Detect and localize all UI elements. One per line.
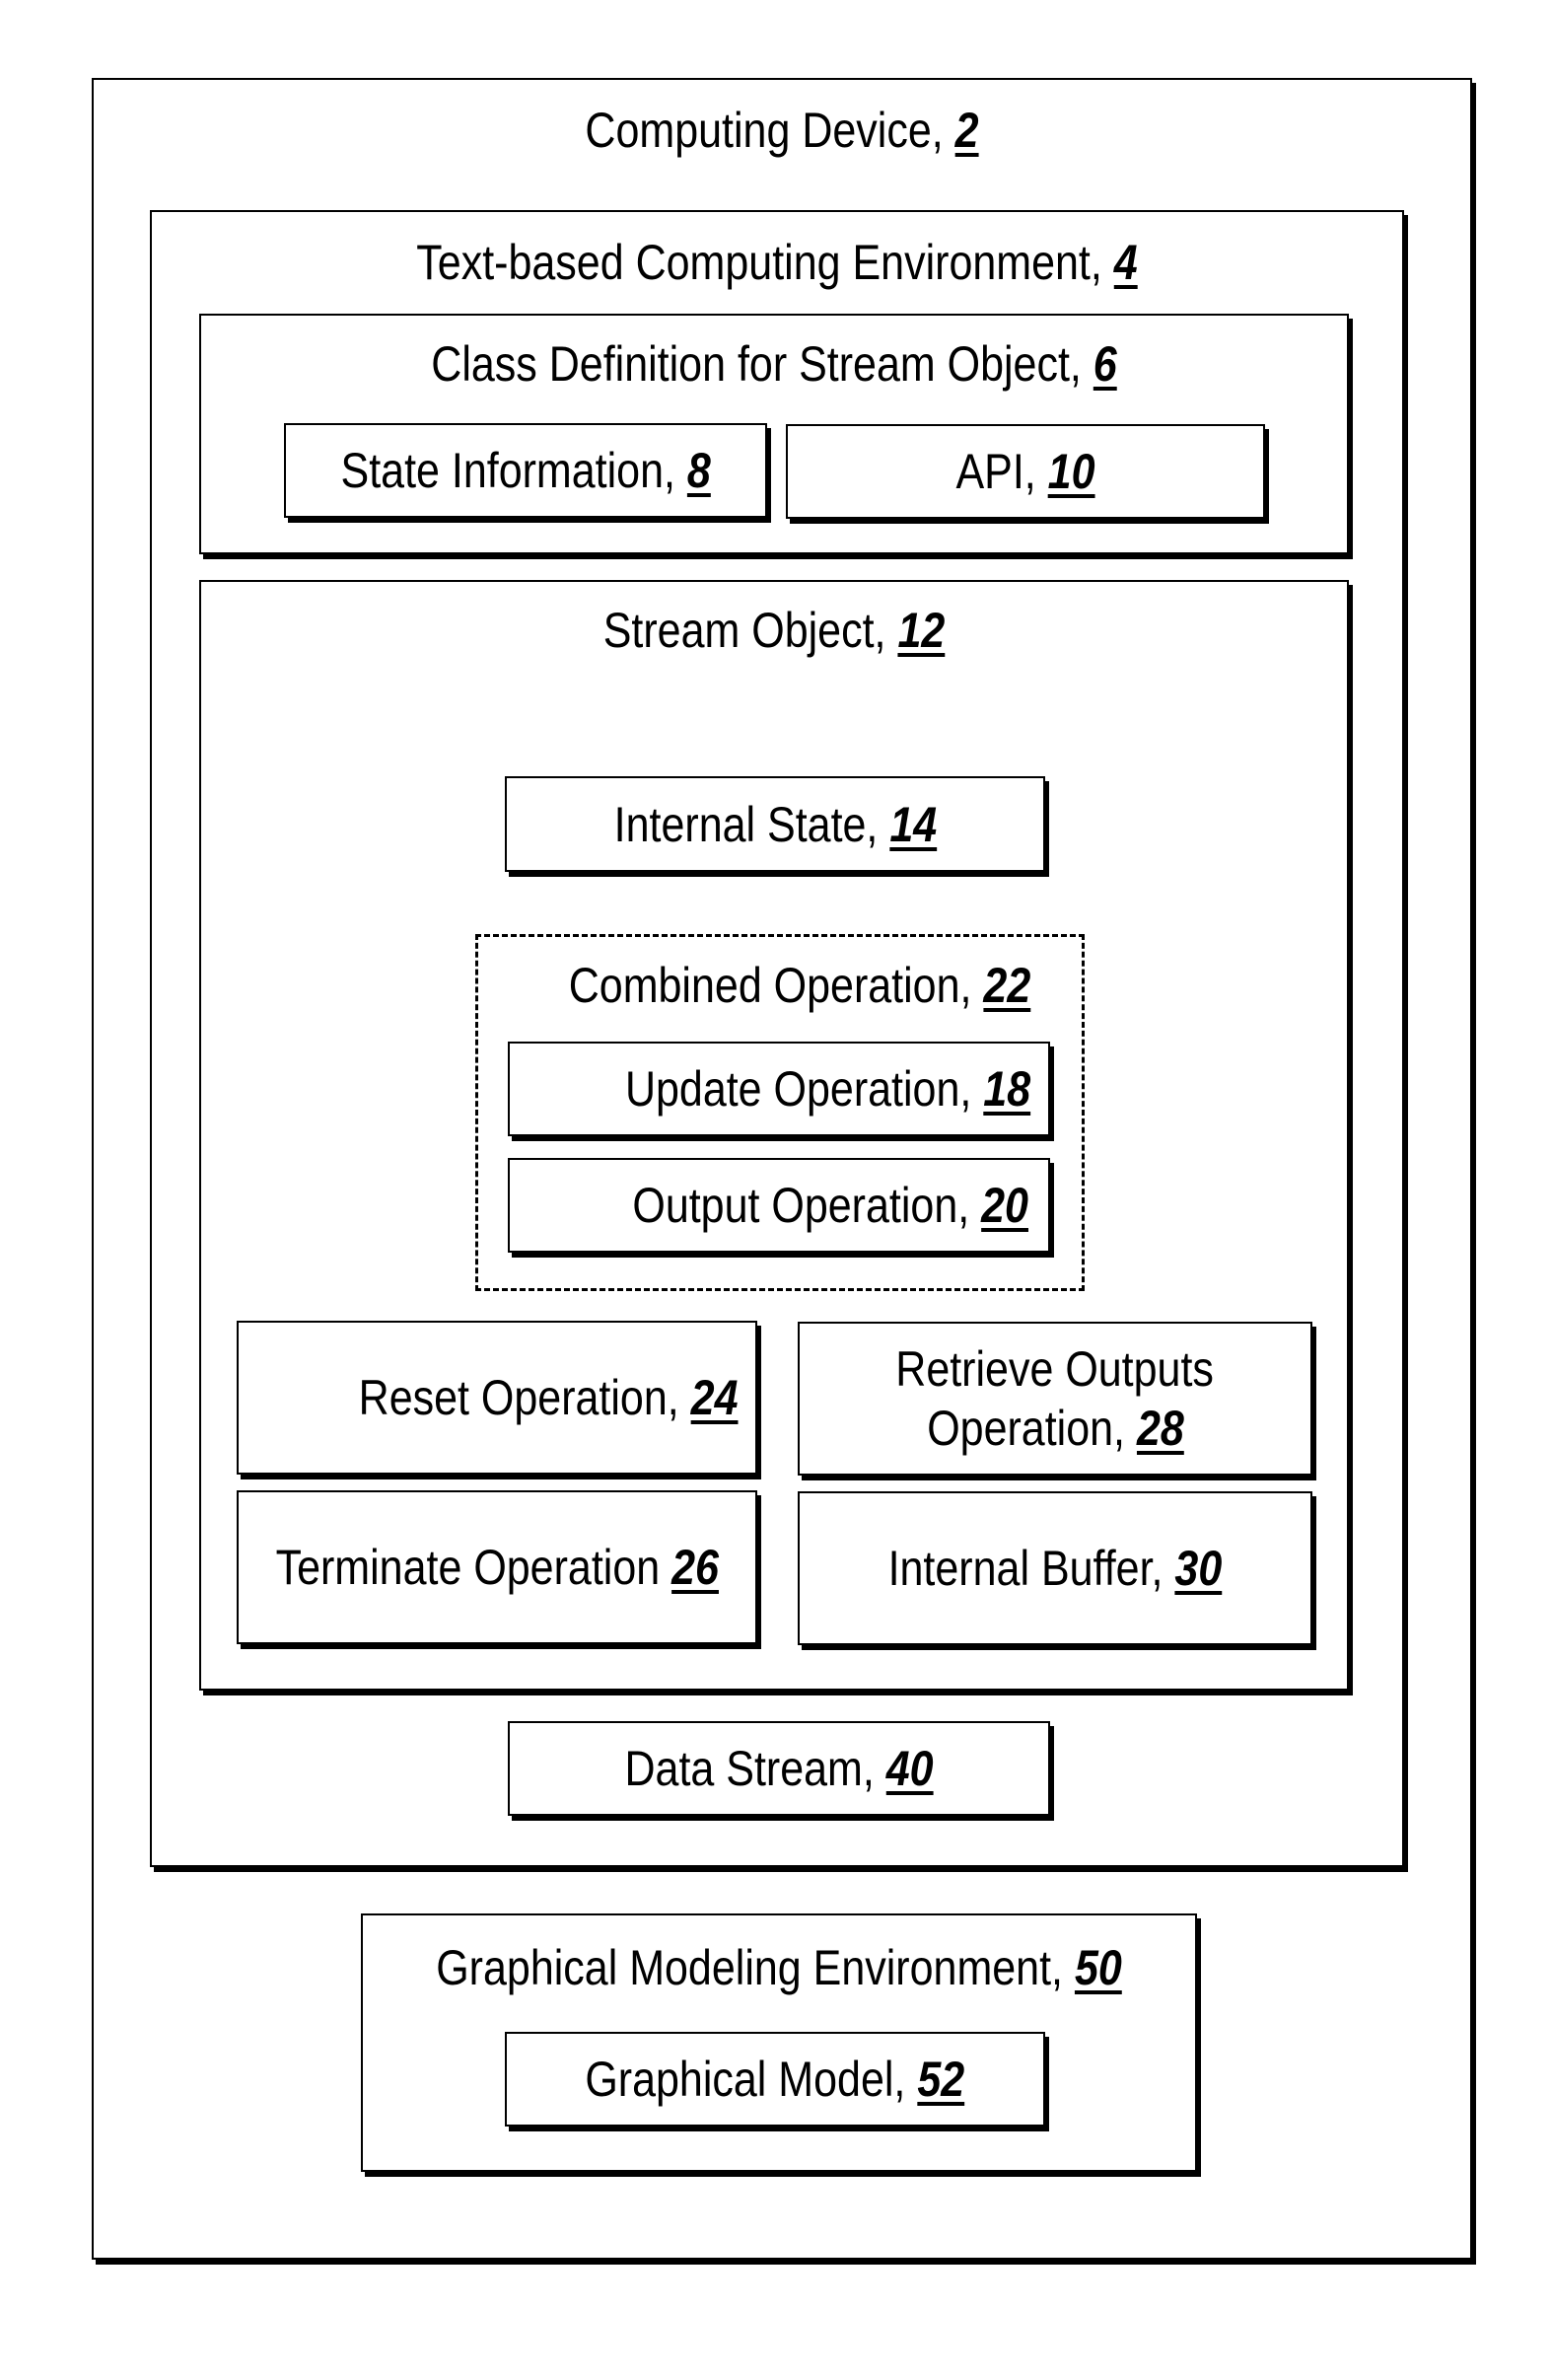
label: Data Stream, bbox=[624, 1741, 886, 1796]
label: Class Definition for Stream Object, bbox=[431, 336, 1093, 392]
label: Combined Operation, bbox=[568, 958, 984, 1013]
retrieve-outputs-operation-box: Retrieve Outputs Operation, 28 bbox=[798, 1322, 1312, 1476]
ref-number: 20 bbox=[981, 1178, 1028, 1233]
label: Terminate Operation bbox=[275, 1540, 671, 1595]
ref-number: 8 bbox=[686, 443, 711, 498]
label: Reset Operation, bbox=[358, 1370, 691, 1425]
label-line-1: Retrieve Outputs bbox=[895, 1341, 1215, 1397]
graphical-model-box: Graphical Model, 52 bbox=[505, 2032, 1045, 2127]
ref-number: 2 bbox=[954, 103, 979, 158]
update-operation-box: Update Operation, 18 bbox=[508, 1042, 1050, 1136]
label: Internal Buffer, bbox=[887, 1541, 1175, 1596]
label: State Information, bbox=[340, 443, 687, 498]
ref-number: 30 bbox=[1174, 1541, 1223, 1596]
class-definition-title: Class Definition for Stream Object, 6 bbox=[281, 335, 1266, 393]
label: Update Operation, bbox=[624, 1061, 984, 1117]
terminate-operation-box: Terminate Operation 26 bbox=[237, 1490, 757, 1644]
state-information-box: State Information, 8 bbox=[284, 423, 767, 518]
api-box: API, 10 bbox=[786, 424, 1265, 519]
label: Output Operation, bbox=[632, 1178, 982, 1233]
ref-number: 50 bbox=[1074, 1940, 1122, 1995]
ref-number: 52 bbox=[917, 2052, 965, 2107]
internal-state-box: Internal State, 14 bbox=[505, 776, 1045, 872]
label: Graphical Modeling Environment, bbox=[436, 1940, 1075, 1995]
ref-number: 14 bbox=[888, 796, 937, 852]
stream-object-title: Stream Object, 12 bbox=[281, 602, 1266, 659]
text-env-title: Text-based Computing Environment, 4 bbox=[240, 234, 1314, 291]
label: Stream Object, bbox=[602, 603, 898, 658]
label-line-2: Operation, bbox=[926, 1401, 1137, 1456]
ref-number: 28 bbox=[1136, 1401, 1184, 1456]
ref-number: 4 bbox=[1113, 235, 1138, 290]
reset-operation-box: Reset Operation, 24 bbox=[237, 1321, 757, 1475]
computing-device-title: Computing Device, 2 bbox=[190, 102, 1375, 159]
label: Text-based Computing Environment, bbox=[416, 235, 1114, 290]
ref-number: 22 bbox=[983, 958, 1031, 1013]
ref-number: 26 bbox=[670, 1540, 719, 1595]
ref-number: 40 bbox=[885, 1741, 934, 1796]
ref-number: 10 bbox=[1047, 444, 1095, 499]
ref-number: 18 bbox=[983, 1061, 1030, 1117]
label: Internal State, bbox=[613, 796, 889, 852]
label: Graphical Model, bbox=[585, 2052, 918, 2107]
label: API, bbox=[955, 444, 1048, 499]
data-stream-box: Data Stream, 40 bbox=[508, 1721, 1050, 1816]
combined-operation-title: Combined Operation, 22 bbox=[557, 957, 1042, 1014]
ref-number: 24 bbox=[690, 1370, 738, 1425]
output-operation-box: Output Operation, 20 bbox=[508, 1158, 1050, 1253]
ref-number: 6 bbox=[1093, 336, 1117, 392]
ref-number: 12 bbox=[897, 603, 946, 658]
label: Computing Device, bbox=[585, 103, 955, 158]
internal-buffer-box: Internal Buffer, 30 bbox=[798, 1491, 1312, 1645]
graphical-env-title: Graphical Modeling Environment, 50 bbox=[421, 1939, 1137, 1996]
